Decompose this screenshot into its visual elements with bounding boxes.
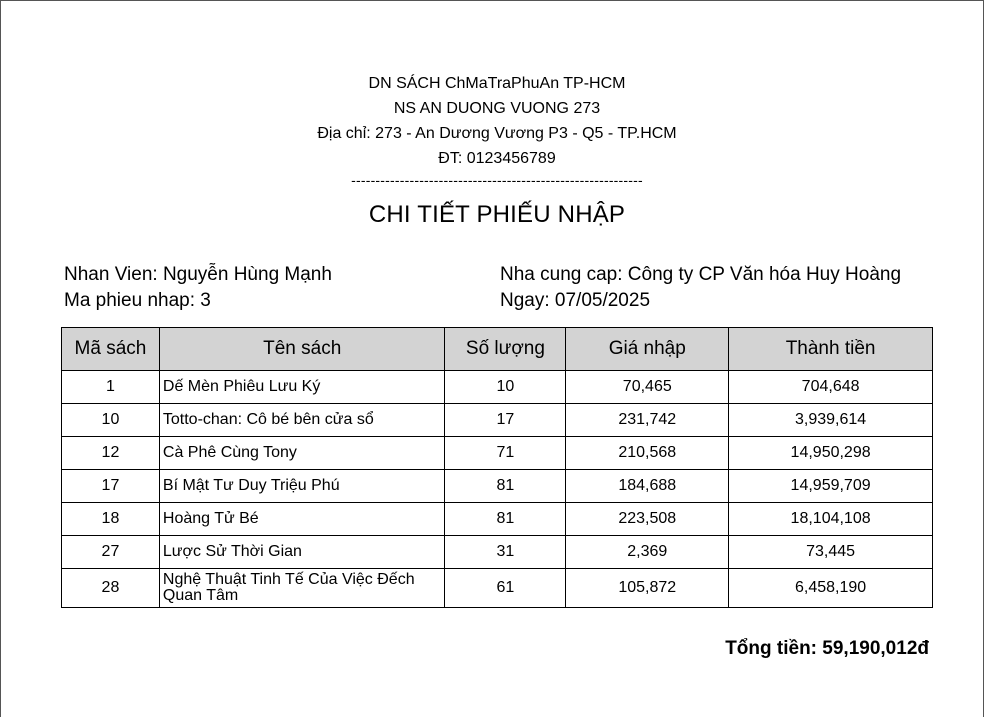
- store-address: Địa chỉ: 273 - An Dương Vương P3 - Q5 - …: [317, 125, 677, 142]
- cell-total: 3,939,614: [728, 403, 933, 437]
- cell-name: Hoàng Tử Bé: [158, 502, 446, 536]
- column-header-qty: Số lượng: [444, 327, 567, 371]
- cell-total: 73,445: [728, 535, 933, 569]
- cell-id: 17: [61, 469, 160, 503]
- cell-price: 210,568: [565, 436, 730, 470]
- staff-name: Nhan Vien: Nguyễn Hùng Mạnh: [64, 264, 332, 285]
- cell-qty: 61: [444, 568, 567, 608]
- items-table: Mã sách Tên sách Số lượng Giá nhập Thành…: [61, 327, 933, 608]
- column-header-name: Tên sách: [158, 327, 446, 371]
- grand-total: Tổng tiền: 59,190,012đ: [725, 638, 929, 659]
- cell-total: 18,104,108: [728, 502, 933, 536]
- page-title: CHI TIẾT PHIẾU NHẬP: [368, 201, 626, 228]
- table-row: 10 Totto-chan: Cô bé bên cửa sổ 17 231,7…: [61, 403, 933, 437]
- receipt-page: DN SÁCH ChMaTraPhuAn TP-HCM NS AN DUONG …: [0, 0, 984, 717]
- company-name: DN SÁCH ChMaTraPhuAn TP-HCM: [368, 75, 626, 92]
- cell-id: 18: [61, 502, 160, 536]
- cell-qty: 31: [444, 535, 567, 569]
- cell-total: 6,458,190: [728, 568, 933, 608]
- column-header-id: Mã sách: [61, 327, 160, 371]
- cell-name: Dế Mèn Phiêu Lưu Ký: [158, 370, 446, 404]
- cell-qty: 81: [444, 469, 567, 503]
- receipt-header: DN SÁCH ChMaTraPhuAn TP-HCM NS AN DUONG …: [1, 71, 986, 188]
- cell-name: Lược Sử Thời Gian: [158, 535, 446, 569]
- receipt-date: Ngay: 07/05/2025: [500, 290, 651, 311]
- info-right: Nha cung cap: Công ty CP Văn hóa Huy Hoà…: [500, 262, 901, 314]
- cell-price: 231,742: [565, 403, 730, 437]
- cell-id: 12: [61, 436, 160, 470]
- cell-qty: 10: [444, 370, 567, 404]
- table-row: 12 Cà Phê Cùng Tony 71 210,568 14,950,29…: [61, 436, 933, 470]
- cell-name: Nghệ Thuật Tinh Tế Của Việc Đếch Quan Tâ…: [158, 568, 446, 608]
- header-separator: ----------------------------------------…: [351, 172, 643, 188]
- table-header-row: Mã sách Tên sách Số lượng Giá nhập Thành…: [61, 327, 933, 371]
- info-left: Nhan Vien: Nguyễn Hùng Mạnh Ma phieu nha…: [64, 262, 332, 314]
- cell-id: 27: [61, 535, 160, 569]
- cell-id: 1: [61, 370, 160, 404]
- column-header-price: Giá nhập: [565, 327, 730, 371]
- supplier-name: Nha cung cap: Công ty CP Văn hóa Huy Hoà…: [500, 264, 902, 285]
- cell-name: Bí Mật Tư Duy Triệu Phú: [158, 469, 446, 503]
- cell-total: 14,959,709: [728, 469, 933, 503]
- cell-price: 184,688: [565, 469, 730, 503]
- cell-price: 70,465: [565, 370, 730, 404]
- receipt-id: Ma phieu nhap: 3: [64, 290, 211, 311]
- cell-name: Cà Phê Cùng Tony: [158, 436, 446, 470]
- cell-id: 10: [61, 403, 160, 437]
- cell-qty: 71: [444, 436, 567, 470]
- cell-id: 28: [61, 568, 160, 608]
- column-header-total: Thành tiền: [728, 327, 933, 371]
- cell-qty: 81: [444, 502, 567, 536]
- table-row: 18 Hoàng Tử Bé 81 223,508 18,104,108: [61, 502, 933, 536]
- table-row: 27 Lược Sử Thời Gian 31 2,369 73,445: [61, 535, 933, 569]
- cell-name: Totto-chan: Cô bé bên cửa sổ: [158, 403, 446, 437]
- table-row: 17 Bí Mật Tư Duy Triệu Phú 81 184,688 14…: [61, 469, 933, 503]
- cell-total: 14,950,298: [728, 436, 933, 470]
- cell-price: 2,369: [565, 535, 730, 569]
- table-row: 1 Dế Mèn Phiêu Lưu Ký 10 70,465 704,648: [61, 370, 933, 404]
- store-name: NS AN DUONG VUONG 273: [393, 100, 601, 117]
- cell-price: 105,872: [565, 568, 730, 608]
- cell-qty: 17: [444, 403, 567, 437]
- cell-total: 704,648: [728, 370, 933, 404]
- table-row: 28 Nghệ Thuật Tinh Tế Của Việc Đếch Quan…: [61, 568, 933, 608]
- store-phone: ĐT: 0123456789: [438, 150, 556, 167]
- cell-price: 223,508: [565, 502, 730, 536]
